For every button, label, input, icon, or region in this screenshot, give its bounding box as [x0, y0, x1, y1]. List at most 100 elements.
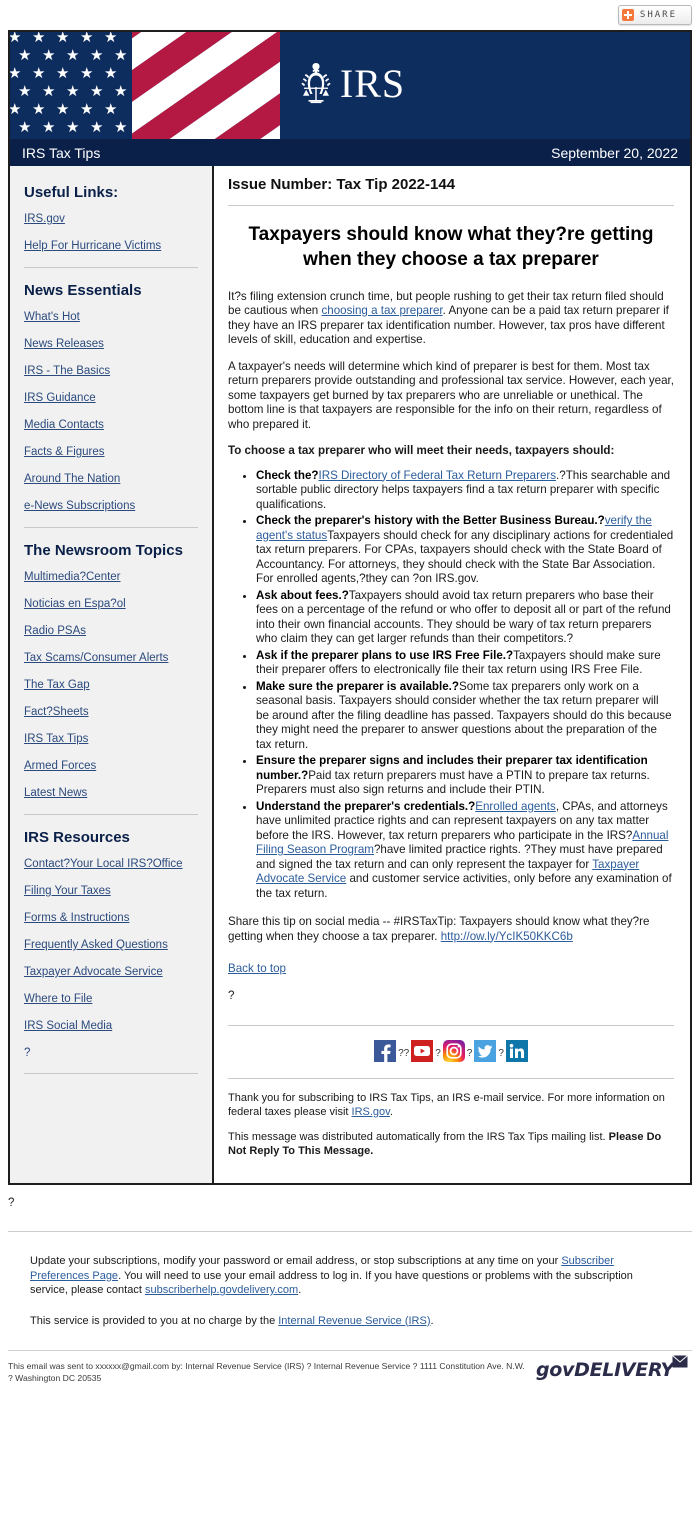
tip-bullet: Ask about fees.?Taxpayers should avoid t…: [256, 589, 674, 647]
share-button-label: SHARE: [639, 10, 677, 20]
sidebar-link-irs-tax-tips[interactable]: IRS Tax Tips: [24, 733, 198, 746]
back-to-top-wrapper: Back to top: [228, 962, 674, 977]
govdelivery-logo: govDELIVERY: [536, 1355, 688, 1380]
email-masthead: ★ ★ ★ ★ ★ ★ ★ ★ ★ ★ ★ ★ ★ ★ ★ ★ ★ ★ ★ ★ ★ ★ ★ ★ ★ ★ ★ ★ ★ ★ IRS: [10, 32, 690, 139]
flag-star: ★: [32, 32, 46, 46]
content-divider: [228, 204, 674, 206]
sidebar-link-tax-scams-consumer-alerts[interactable]: Tax Scams/Consumer Alerts: [24, 652, 198, 665]
tip-bullet: Make sure the preparer is available.?Som…: [256, 680, 674, 753]
tip-bullet: Check the preparer's history with the Be…: [256, 514, 674, 587]
auto-distribution-text: This message was distributed automatical…: [228, 1131, 609, 1143]
flag-star: ★: [104, 32, 118, 46]
sidebar: Useful Links: IRS.gov Help For Hurricane V…: [10, 166, 214, 1183]
article-headline: Taxpayers should know what they?re getti…: [248, 223, 654, 270]
sidebar-link-radio-psas[interactable]: Radio PSAs: [24, 625, 198, 638]
flag-star: ★: [90, 119, 104, 136]
subscriberhelp-email-link[interactable]: subscriberhelp.govdelivery.com: [145, 1284, 298, 1296]
tip-link[interactable]: IRS Directory of Federal Tax Return Prep…: [319, 469, 557, 482]
sidebar-link-irs-guidance[interactable]: IRS Guidance: [24, 392, 198, 405]
sidebar-link-latest-news[interactable]: Latest News: [24, 787, 198, 800]
envelope-icon: [672, 1355, 688, 1368]
sidebar-link-help-for-hurricane-victims[interactable]: Help For Hurricane Victims: [24, 240, 198, 253]
social-separator-4: ?: [498, 1047, 504, 1059]
stray-question-mark: ?: [228, 988, 235, 1002]
facebook-icon[interactable]: [374, 1040, 397, 1062]
sidebar-link-filing-your-taxes[interactable]: Filing Your Taxes: [24, 885, 198, 898]
subscription-footer: Update your subscriptions, modify your p…: [0, 1232, 700, 1328]
sidebar-link-irs-gov[interactable]: IRS.gov: [24, 213, 198, 226]
irs-logo: IRS: [10, 60, 690, 108]
tip-bullet-text: ?on IRS.gov.: [412, 572, 479, 585]
sidebar-link-around-the-nation[interactable]: Around The Nation: [24, 473, 198, 486]
social-media-row: ?? ? ? ?: [228, 1040, 674, 1062]
back-to-top-link[interactable]: Back to top: [228, 962, 286, 975]
update-text-mid: . You will need to use your email addres…: [30, 1269, 633, 1297]
sent-to-text: This email was sent to xxxxxx@gmail.com …: [8, 1361, 525, 1383]
sender-bar: This email was sent to xxxxxx@gmail.com …: [0, 1351, 700, 1398]
share-tip-short-link[interactable]: http://ow.ly/YcIK50KKC6b: [441, 930, 573, 943]
article-paragraph-2: A taxpayer's needs will determine which …: [228, 359, 674, 431]
sidebar-link-e-news-subscriptions[interactable]: e-News Subscriptions: [24, 500, 198, 513]
sidebar-link-fact-sheets[interactable]: Fact?Sheets: [24, 706, 198, 719]
update-subscriptions-paragraph: Update your subscriptions, modify your p…: [30, 1254, 670, 1298]
irs-wordmark: IRS: [339, 61, 406, 106]
email-container: ★ ★ ★ ★ ★ ★ ★ ★ ★ ★ ★ ★ ★ ★ ★ ★ ★ ★ ★ ★ ★ ★ ★ ★ ★ ★ ★ ★ ★ ★ IRS IRS T…: [8, 30, 692, 1185]
tip-bullet-label: Understand the preparer's credentials.?: [256, 799, 476, 813]
flag-star: ★: [18, 119, 32, 136]
sidebar-link-what-s-hot[interactable]: What's Hot: [24, 311, 198, 324]
flag-star: ★: [80, 32, 94, 46]
sidebar-section-heading: The Newsroom Topics: [24, 542, 183, 559]
plus-icon: [621, 9, 634, 21]
sidebar-link-armed-forces[interactable]: Armed Forces: [24, 760, 198, 773]
sidebar-link-the-tax-gap[interactable]: The Tax Gap: [24, 679, 198, 692]
linkedin-icon[interactable]: [505, 1040, 528, 1062]
instagram-icon[interactable]: [442, 1040, 465, 1062]
irs-gov-footer-link[interactable]: IRS.gov: [352, 1106, 390, 1118]
twitter-icon[interactable]: [474, 1040, 497, 1062]
tip-bullet-label: Check the?: [256, 468, 319, 482]
sidebar-link-news-releases[interactable]: News Releases: [24, 338, 198, 351]
outer-stray-mark: ?: [8, 1197, 15, 1209]
share-tip-paragraph: Share this tip on social media -- #IRSTa…: [228, 915, 674, 944]
publication-name: IRS Tax Tips: [22, 144, 101, 161]
share-button[interactable]: SHARE: [617, 5, 692, 25]
sidebar-divider: [24, 527, 198, 528]
flag-star: ★: [114, 119, 128, 136]
update-text-after: .: [298, 1284, 302, 1296]
tip-bullet: Ensure the preparer signs and includes t…: [256, 754, 674, 798]
share-bar: SHARE: [0, 0, 700, 30]
service-text-before: This service is provided to you at no ch…: [30, 1314, 279, 1327]
flag-star: ★: [56, 32, 70, 46]
sidebar-link-frequently-asked-questions[interactable]: Frequently Asked Questions: [24, 939, 198, 952]
sidebar-divider: [24, 267, 198, 268]
publication-date: September 20, 2022: [551, 144, 678, 161]
tip-link[interactable]: Enrolled agents: [475, 800, 556, 813]
sidebar-link-media-contacts[interactable]: Media Contacts: [24, 419, 198, 432]
social-divider: [228, 1025, 674, 1026]
irs-eagle-scales-seal-icon: [301, 63, 331, 104]
sidebar-link-forms-instructions[interactable]: Forms & Instructions: [24, 912, 198, 925]
tip-bullet-text: Paid tax return preparers must have a PT…: [256, 768, 650, 797]
choosing-a-tax-preparer-link[interactable]: choosing a tax preparer: [321, 304, 442, 317]
sidebar-link-contact-your-local-irs-office[interactable]: Contact?Your Local IRS?Office: [24, 858, 198, 871]
tip-bullet-label: Ask if the preparer plans to use IRS Fre…: [256, 648, 514, 662]
youtube-icon[interactable]: [411, 1040, 434, 1062]
flag-star: ★: [66, 119, 80, 136]
sidebar-link-facts-figures[interactable]: Facts & Figures: [24, 446, 198, 459]
service-text-after: .: [430, 1314, 434, 1327]
sidebar-stray-mark: ?: [24, 1047, 31, 1059]
internal-revenue-service-link[interactable]: Internal Revenue Service (IRS): [278, 1315, 430, 1327]
article-lead-in: To choose a tax preparer who will meet t…: [228, 444, 615, 457]
thank-you-text: Thank you for subscribing to IRS Tax Tip…: [228, 1092, 665, 1118]
sidebar-link-where-to-file[interactable]: Where to File: [24, 993, 198, 1006]
sidebar-link-irs-social-media[interactable]: IRS Social Media: [24, 1020, 198, 1033]
sidebar-link-multimedia-center[interactable]: Multimedia?Center: [24, 571, 198, 584]
sidebar-link-irs-the-basics[interactable]: IRS - The Basics: [24, 365, 198, 378]
sidebar-divider: [24, 814, 198, 815]
sidebar-divider: [24, 1073, 198, 1074]
tip-bullet-label: Make sure the preparer is available.?: [256, 679, 459, 693]
issue-number: Issue Number: Tax Tip 2022-144: [228, 176, 456, 193]
sidebar-link-noticias-en-espa-ol[interactable]: Noticias en Espa?ol: [24, 598, 198, 611]
sidebar-link-taxpayer-advocate-service[interactable]: Taxpayer Advocate Service: [24, 966, 198, 979]
social-separator-3: ?: [466, 1047, 473, 1059]
